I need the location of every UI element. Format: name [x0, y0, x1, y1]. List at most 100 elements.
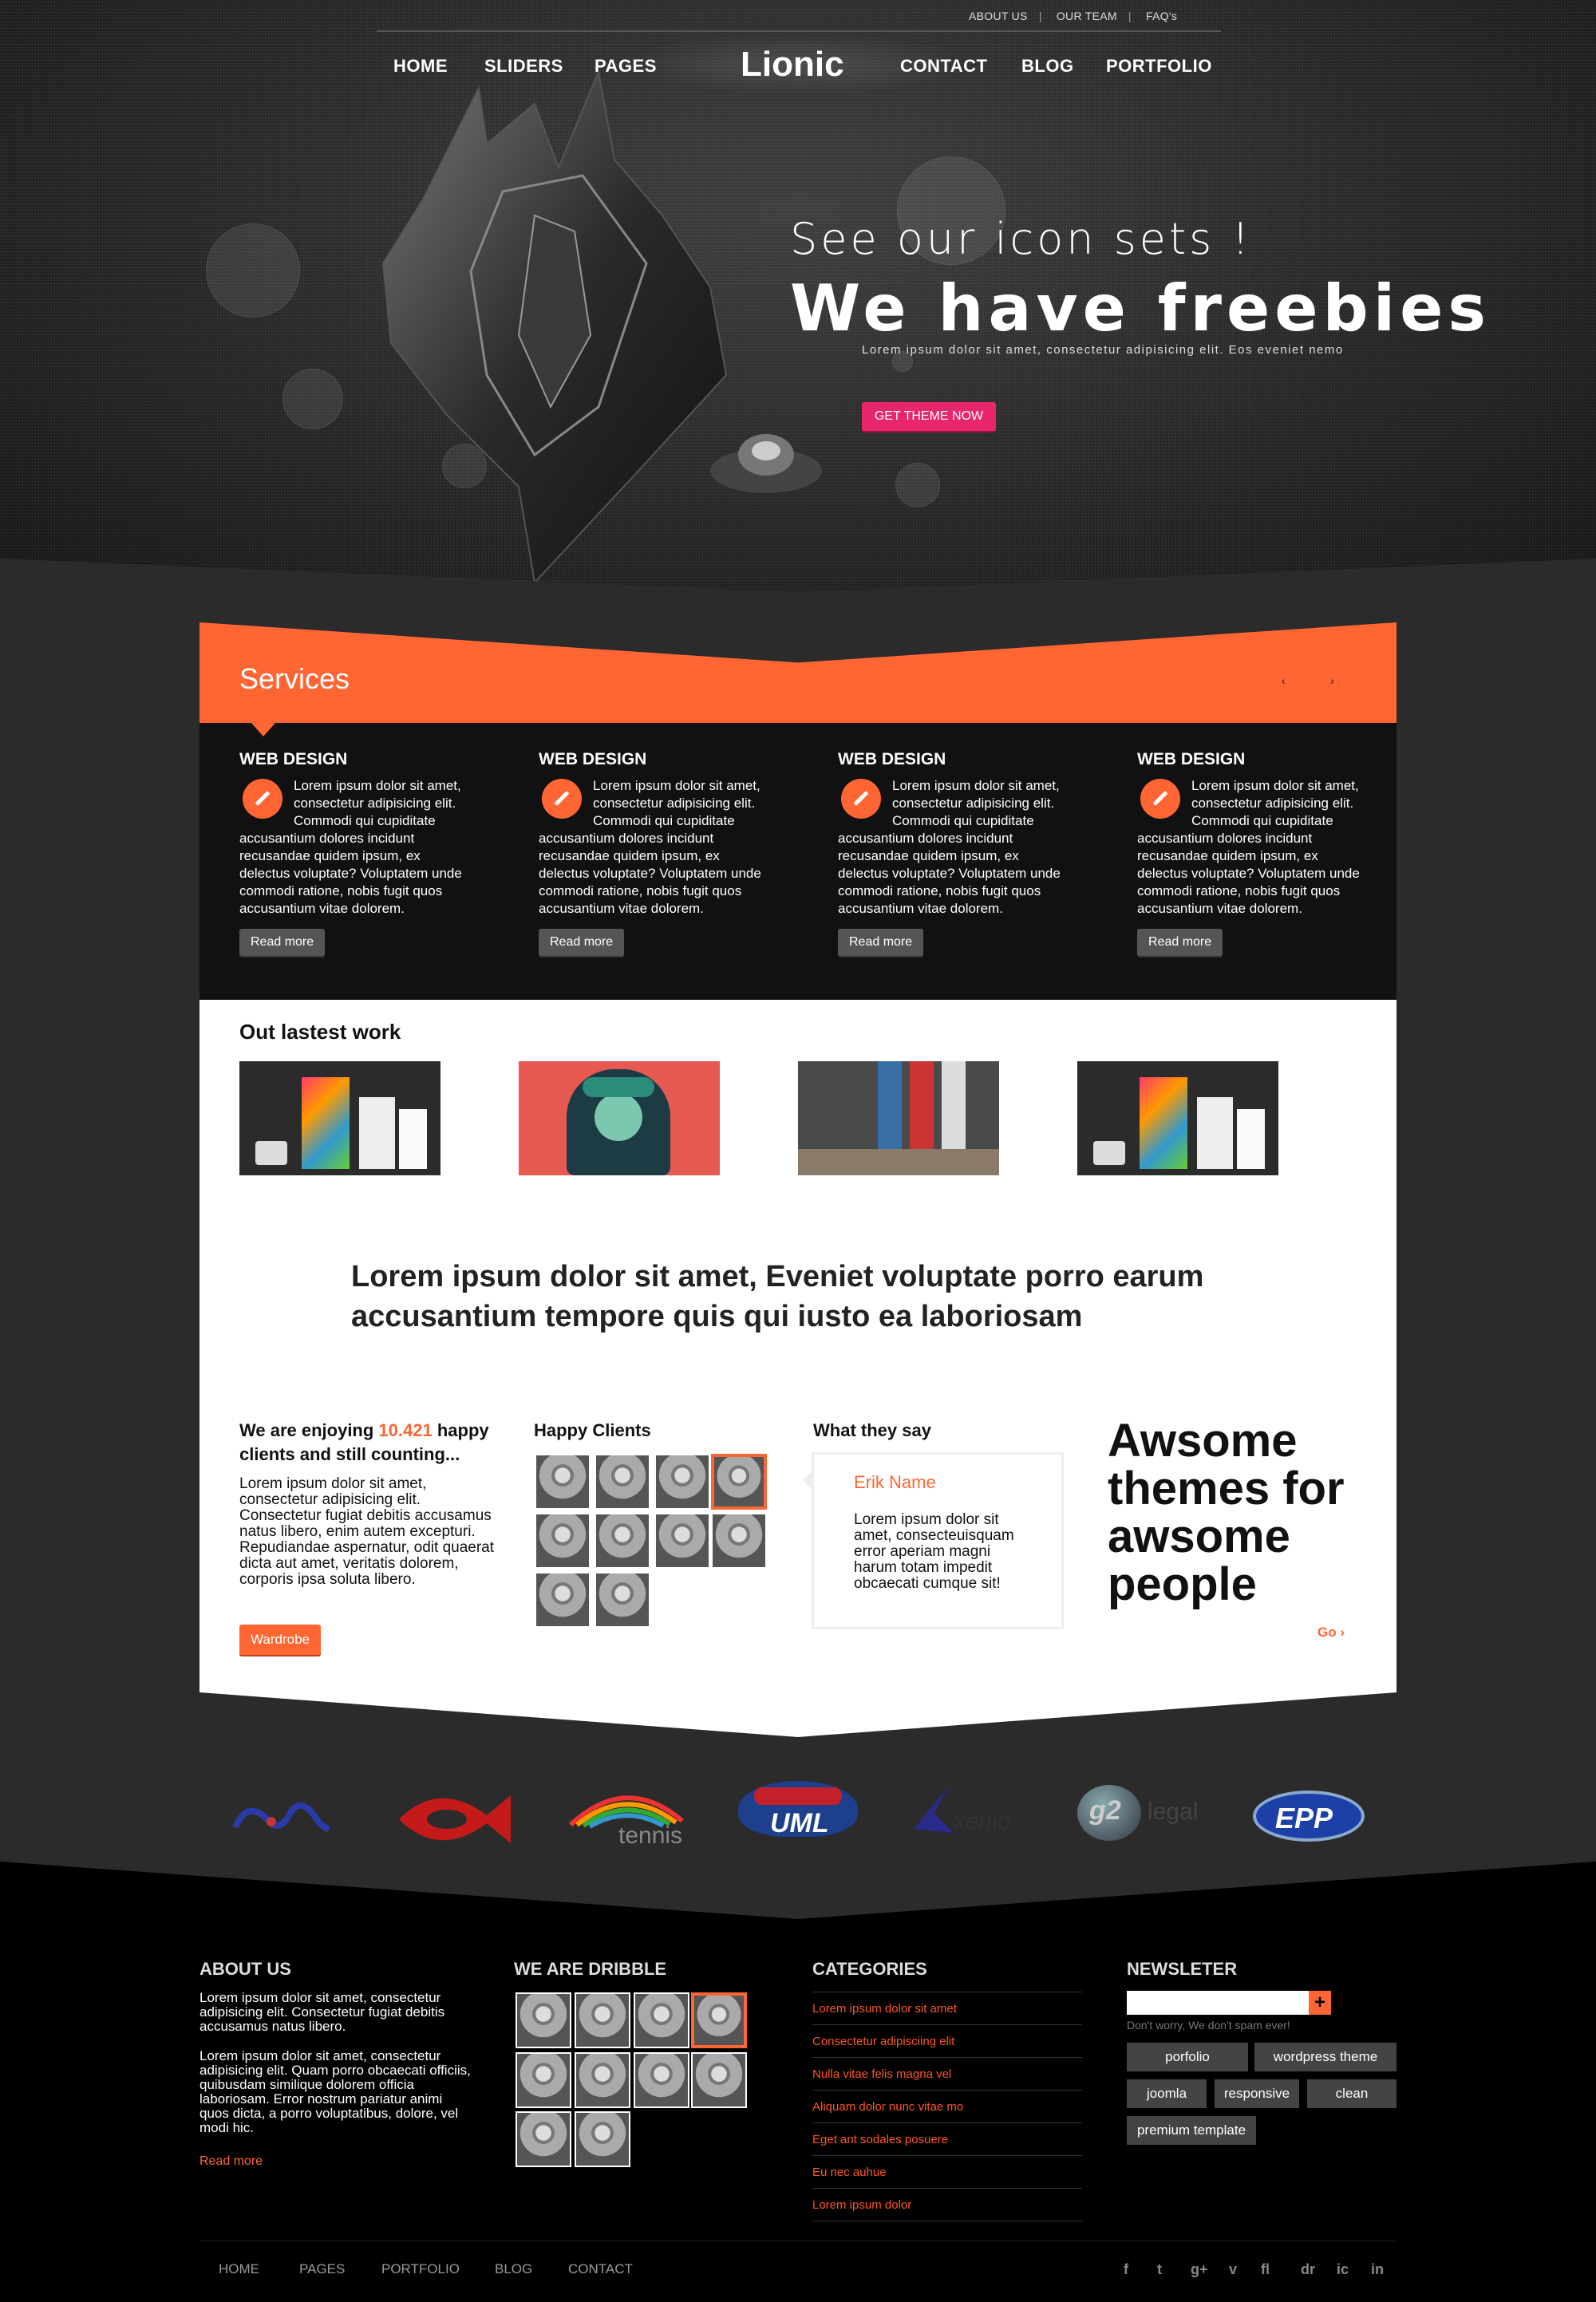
dribble-avatar-selected[interactable] — [691, 1992, 747, 2048]
dribble-avatar[interactable] — [634, 1992, 689, 2048]
footer-about-title: ABOUT US — [200, 1959, 291, 1979]
footer-nav-contact[interactable]: CONTACT — [568, 2261, 633, 2277]
read-more-button[interactable]: Read more — [838, 929, 924, 956]
testimonial-author: Erik Name — [854, 1472, 936, 1492]
twitter-icon[interactable]: t — [1157, 2261, 1162, 2278]
newsletter-note: Don't worry, We don't spam ever! — [1127, 2019, 1290, 2032]
partner-logo-uml[interactable]: UML — [738, 1781, 858, 1853]
read-more-button[interactable]: Read more — [239, 929, 326, 956]
flickr-icon[interactable]: fl — [1261, 2261, 1270, 2278]
dribble-avatar[interactable] — [575, 2052, 630, 2108]
dribble-avatar[interactable] — [516, 2111, 571, 2167]
partner-logo-fish[interactable] — [391, 1783, 519, 1855]
category-link[interactable]: Lorem ipsum dolor — [812, 2189, 1082, 2221]
partner-logo-xenio[interactable]: xenio — [910, 1781, 1029, 1853]
footer-read-more-link[interactable]: Read more — [200, 2154, 263, 2169]
epp-label: EPP — [1275, 1802, 1333, 1834]
work-thumbnail[interactable] — [1077, 1061, 1278, 1175]
partner-logo-g2[interactable]: g2 legal — [1077, 1781, 1205, 1853]
services-prev-button[interactable]: ‹ — [1282, 674, 1286, 687]
partner-logo-m[interactable] — [231, 1791, 335, 1847]
dribble-avatar[interactable] — [516, 2052, 571, 2108]
happy-clients-title: Happy Clients — [534, 1420, 651, 1440]
client-avatar[interactable] — [654, 1513, 710, 1569]
client-avatar[interactable] — [535, 1513, 591, 1569]
client-avatar[interactable] — [535, 1454, 591, 1510]
client-avatar[interactable] — [595, 1454, 650, 1510]
dribble-avatar[interactable] — [516, 1992, 571, 2048]
dribble-avatar[interactable] — [691, 2052, 747, 2108]
tag-link[interactable]: premium template — [1127, 2116, 1256, 2145]
top-link-about[interactable]: ABOUT US — [969, 10, 1028, 22]
service-item: WEB DESIGN Lorem ipsum dolor sit amet, c… — [1137, 750, 1369, 956]
category-link[interactable]: Nulla vitae felis magna vel — [812, 2058, 1082, 2091]
partner-logo-tennis[interactable]: tennis — [563, 1781, 690, 1853]
category-link[interactable]: Lorem ipsum dolor sit amet — [812, 1992, 1082, 2025]
newsletter-subscribe-button[interactable]: + — [1309, 1991, 1331, 2015]
service-item: WEB DESIGN Lorem ipsum dolor sit amet, c… — [239, 750, 471, 956]
vimeo-icon[interactable]: v — [1229, 2261, 1237, 2278]
footer-nav-pages[interactable]: PAGES — [299, 2261, 345, 2277]
enjoying-heading: We are enjoying 10.421 happy clients and… — [239, 1419, 511, 1467]
main-divider — [200, 1673, 1396, 1737]
tag-link[interactable]: wordpress theme — [1254, 2043, 1396, 2071]
linkedin-icon[interactable]: in — [1371, 2261, 1384, 2278]
category-link[interactable]: Eu nec auhue — [812, 2156, 1082, 2189]
tennis-label: tennis — [618, 1822, 683, 1849]
client-avatar[interactable] — [535, 1572, 591, 1628]
services-banner — [200, 622, 1396, 723]
creature-image — [710, 434, 822, 493]
get-theme-button[interactable]: GET THEME NOW — [862, 402, 996, 431]
dribble-avatar[interactable] — [634, 2052, 689, 2108]
paintbrush-icon — [1140, 779, 1180, 819]
read-more-button[interactable]: Read more — [539, 929, 625, 956]
g2-label: g2 — [1089, 1795, 1121, 1826]
category-link[interactable]: Aliquam dolor nunc vitae mo — [812, 2091, 1082, 2123]
dribbble-icon[interactable]: dr — [1301, 2261, 1315, 2278]
tag-link[interactable]: porfolio — [1127, 2043, 1248, 2071]
go-link[interactable]: Go › — [1317, 1625, 1345, 1641]
dribble-avatar[interactable] — [575, 2111, 630, 2167]
nav-portfolio[interactable]: PORTFOLIO — [1106, 56, 1212, 77]
work-thumbnail[interactable] — [798, 1061, 999, 1175]
footer-nav-portfolio[interactable]: PORTFOLIO — [381, 2261, 460, 2277]
tag-link[interactable]: joomla — [1127, 2079, 1207, 2108]
service-item: WEB DESIGN Lorem ipsum dolor sit amet, c… — [838, 750, 1069, 956]
nav-pages[interactable]: PAGES — [595, 56, 657, 77]
facebook-icon[interactable]: f — [1124, 2261, 1128, 2278]
nav-contact[interactable]: CONTACT — [900, 56, 987, 77]
drop-icon[interactable]: ic — [1337, 2261, 1349, 2278]
services-next-button[interactable]: › — [1330, 674, 1334, 687]
client-avatar-selected[interactable] — [711, 1454, 767, 1510]
partner-logo-epp[interactable]: EPP — [1253, 1781, 1365, 1853]
wardrobe-button[interactable]: Wardrobe — [239, 1625, 321, 1655]
nav-blog[interactable]: BLOG — [1021, 56, 1074, 77]
top-link-team[interactable]: OUR TEAM — [1057, 10, 1117, 22]
work-thumbnail[interactable] — [519, 1061, 720, 1175]
client-avatar[interactable] — [595, 1572, 650, 1628]
armor-shield-image — [381, 72, 728, 585]
client-avatar[interactable] — [654, 1454, 710, 1510]
newsletter-email-input[interactable] — [1127, 1991, 1309, 2015]
nav-home[interactable]: HOME — [393, 56, 448, 77]
xenio-mark-icon — [914, 1785, 954, 1833]
client-avatar[interactable] — [595, 1513, 650, 1569]
google-plus-icon[interactable]: g+ — [1191, 2261, 1208, 2278]
dribble-avatar[interactable] — [575, 1992, 630, 2048]
paintbrush-icon — [542, 779, 582, 819]
footer-nav-home[interactable]: HOME — [219, 2261, 259, 2277]
legal-label: legal — [1148, 1799, 1199, 1825]
tag-link[interactable]: clean — [1307, 2079, 1396, 2108]
site-logo[interactable]: Lionic — [741, 45, 844, 85]
client-avatar[interactable] — [711, 1513, 767, 1569]
category-link[interactable]: Eget ant sodales posuere — [812, 2123, 1082, 2156]
paintbrush-icon — [243, 779, 282, 819]
tag-link[interactable]: responsive — [1215, 2079, 1299, 2108]
xenio-label: xenio — [954, 1808, 1011, 1834]
nav-sliders[interactable]: SLIDERS — [484, 56, 563, 77]
work-thumbnail[interactable] — [239, 1061, 440, 1175]
top-link-faq[interactable]: FAQ's — [1146, 10, 1177, 22]
category-link[interactable]: Consectetur adipisciing elit — [812, 2025, 1082, 2058]
read-more-button[interactable]: Read more — [1137, 929, 1223, 956]
footer-nav-blog[interactable]: BLOG — [495, 2261, 532, 2277]
